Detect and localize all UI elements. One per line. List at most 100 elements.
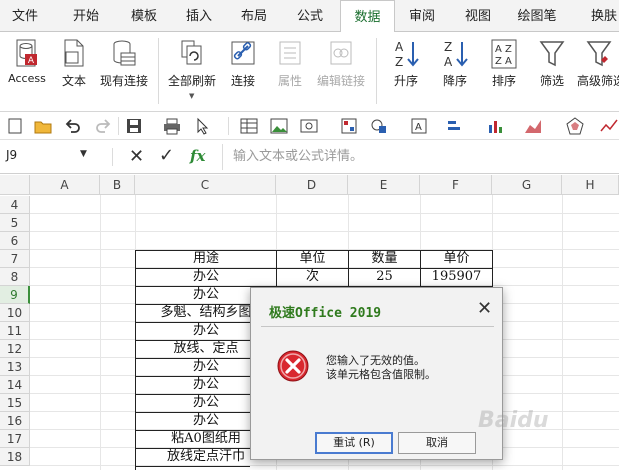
open-folder-icon[interactable] xyxy=(34,117,52,135)
shapes-icon[interactable] xyxy=(340,117,358,135)
tab-draw-pen[interactable]: 绘图笔 xyxy=(508,0,566,32)
filter-button[interactable]: 筛选 xyxy=(532,32,572,112)
save-icon[interactable] xyxy=(125,117,143,135)
close-icon[interactable]: ✕ xyxy=(477,298,492,319)
quick-access-toolbar: A xyxy=(0,112,619,140)
table-border xyxy=(135,466,250,467)
line-chart-icon[interactable] xyxy=(600,117,618,135)
select-all-corner[interactable] xyxy=(0,175,30,195)
row-header[interactable]: 13 xyxy=(0,358,30,376)
table-header-cell[interactable]: 单价 xyxy=(421,250,492,268)
dialog-message: 该单元格包含值限制。 xyxy=(326,368,436,381)
screenshot-icon[interactable] xyxy=(300,117,318,135)
column-header-b[interactable]: B xyxy=(100,175,135,195)
table-header-cell[interactable]: 用途 xyxy=(136,250,276,268)
table-header-cell[interactable]: 单位 xyxy=(277,250,348,268)
tab-file[interactable]: 文件 xyxy=(0,0,50,32)
sort-ascending-label: 升序 xyxy=(393,74,418,88)
column-header-d[interactable]: D xyxy=(276,175,348,195)
row-header[interactable]: 17 xyxy=(0,430,30,448)
refresh-icon xyxy=(181,40,202,65)
refresh-all-button[interactable]: 全部刷新 ▼ xyxy=(164,32,220,112)
row-header[interactable]: 5 xyxy=(0,214,30,232)
cancel-icon[interactable]: ✕ xyxy=(129,146,144,167)
insert-function-button[interactable]: fx xyxy=(190,147,205,165)
tab-data[interactable]: 数据 xyxy=(340,0,395,33)
check-icon[interactable]: ✓ xyxy=(159,145,174,166)
ribbon-separator xyxy=(376,38,377,104)
sort-button[interactable]: A Z Z A 排序 xyxy=(484,32,524,112)
row-header[interactable]: 18 xyxy=(0,448,30,466)
ribbon-data-panel: A Access 文本 现有连接 全部刷新 ▼ 连接 属性 编辑链接 A Z 升… xyxy=(0,32,619,112)
column-header-c[interactable]: C xyxy=(135,175,276,195)
formula-input[interactable]: 输入文本或公式详情。 xyxy=(222,144,619,170)
sort-ascending-button[interactable]: A Z 升序 xyxy=(386,32,426,112)
image-icon[interactable] xyxy=(270,117,288,135)
table-border xyxy=(492,250,493,287)
tab-view[interactable]: 视图 xyxy=(452,0,504,32)
align-icon[interactable] xyxy=(446,117,464,135)
column-header-f[interactable]: F xyxy=(420,175,492,195)
row-header[interactable]: 12 xyxy=(0,340,30,358)
column-header-h[interactable]: H xyxy=(562,175,619,195)
connections-button[interactable]: 连接 xyxy=(224,32,262,112)
row-header[interactable]: 14 xyxy=(0,376,30,394)
tab-layout[interactable]: 布局 xyxy=(228,0,280,32)
shape-fill-icon[interactable] xyxy=(370,117,388,135)
row-header[interactable]: 8 xyxy=(0,268,30,286)
bar-chart-icon[interactable] xyxy=(486,117,504,135)
area-chart-icon[interactable] xyxy=(524,117,542,135)
print-icon[interactable] xyxy=(163,117,181,135)
table-header-cell[interactable]: 数量 xyxy=(349,250,420,268)
text-file-icon xyxy=(64,39,84,67)
table-cell[interactable]: 次 xyxy=(277,268,348,286)
row-header[interactable]: 16 xyxy=(0,412,30,430)
properties-label: 属性 xyxy=(277,74,302,88)
svg-text:A: A xyxy=(395,40,404,54)
access-import-button[interactable]: A Access xyxy=(4,32,50,112)
redo-icon[interactable] xyxy=(94,117,112,135)
tab-skin[interactable]: 换肤 xyxy=(578,0,619,32)
row-header[interactable]: 15 xyxy=(0,394,30,412)
sort-label: 排序 xyxy=(491,74,516,88)
tab-home[interactable]: 开始 xyxy=(60,0,112,32)
text-box-icon[interactable]: A xyxy=(410,117,428,135)
database-table-icon xyxy=(113,40,136,66)
chevron-down-icon[interactable]: ▼ xyxy=(189,92,194,100)
retry-button[interactable]: 重试 (R) xyxy=(315,432,393,454)
existing-connections-button[interactable]: 现有连接 xyxy=(96,32,152,112)
cancel-button[interactable]: 取消 xyxy=(398,432,476,454)
tab-review[interactable]: 审阅 xyxy=(396,0,448,32)
undo-icon[interactable] xyxy=(64,117,82,135)
row-header-selected[interactable]: 9 xyxy=(0,286,30,304)
table-icon[interactable] xyxy=(240,117,258,135)
properties-button[interactable]: 属性 xyxy=(268,32,312,112)
tab-template[interactable]: 模板 xyxy=(118,0,170,32)
advanced-filter-button[interactable]: 高级筛选 xyxy=(576,32,619,112)
toolbar-separator xyxy=(118,117,119,135)
row-header[interactable]: 10 xyxy=(0,304,30,322)
tab-formula[interactable]: 公式 xyxy=(284,0,336,32)
text-import-button[interactable]: 文本 xyxy=(56,32,92,112)
tab-insert[interactable]: 插入 xyxy=(173,0,225,32)
chevron-down-icon[interactable]: ▼ xyxy=(80,149,87,159)
svg-text:A: A xyxy=(495,44,502,55)
table-cell[interactable]: 办公 xyxy=(136,268,276,286)
row-header[interactable]: 4 xyxy=(0,196,30,214)
row-header[interactable]: 11 xyxy=(0,322,30,340)
column-header-g[interactable]: G xyxy=(492,175,562,195)
row-header[interactable]: 7 xyxy=(0,250,30,268)
table-cell[interactable]: 25 xyxy=(349,268,420,286)
column-header-a[interactable]: A xyxy=(30,175,100,195)
new-file-icon[interactable] xyxy=(6,117,24,135)
edit-links-button[interactable]: 编辑链接 xyxy=(312,32,370,112)
cursor-select-icon[interactable] xyxy=(194,117,212,135)
radar-chart-icon[interactable] xyxy=(566,117,584,135)
text-label: 文本 xyxy=(61,74,86,88)
sort-descending-button[interactable]: Z A 降序 xyxy=(434,32,476,112)
column-header-e[interactable]: E xyxy=(348,175,420,195)
gridline xyxy=(562,195,563,470)
row-header[interactable]: 6 xyxy=(0,232,30,250)
svg-text:A: A xyxy=(28,56,35,66)
table-cell[interactable]: 195907 xyxy=(421,268,492,286)
